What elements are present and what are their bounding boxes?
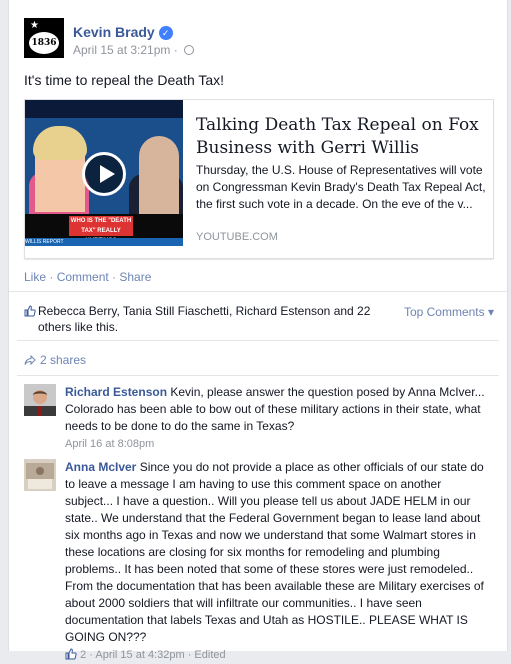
post-meta: April 15 at 3:21pm ·: [73, 43, 195, 57]
thumbnail-banner: WHO IS THE "DEATH TAX" REALLY HURTING?: [69, 216, 133, 244]
actions-divider: [9, 291, 507, 292]
post-actions: Like · Comment · Share: [24, 270, 151, 284]
comment-text: Since you do not provide a place as othe…: [65, 460, 484, 644]
like-link[interactable]: Like: [24, 270, 46, 284]
video-thumbnail[interactable]: WHO IS THE "DEATH TAX" REALLY HURTING? W…: [25, 100, 183, 258]
play-icon[interactable]: [82, 152, 126, 196]
shares-row[interactable]: 2 shares: [24, 353, 86, 367]
shares-divider: [17, 375, 499, 376]
action-separator: ·: [108, 270, 120, 284]
like-thumb-icon: [24, 305, 36, 317]
meta-separator: ·: [170, 43, 182, 57]
post-card: ★ 1836 Kevin Brady ✓ April 15 at 3:21pm ·…: [8, 0, 508, 661]
likes-summary[interactable]: Rebecca Berry, Tania Still Fiaschetti, R…: [38, 303, 400, 335]
thumbnail-ticker: WHO IS THE "DEATH TAX" REALLY HURTING?: [25, 214, 183, 244]
post-timestamp[interactable]: April 15 at 3:21pm: [73, 43, 170, 57]
author-name[interactable]: Kevin Brady: [73, 24, 155, 40]
top-comments-dropdown[interactable]: Top Comments ▾: [404, 305, 494, 319]
texas-star-icon: ★: [30, 20, 39, 31]
globe-icon[interactable]: [184, 45, 195, 55]
comment-meta: April 16 at 8:08pm: [65, 436, 485, 453]
commenter-avatar[interactable]: [24, 384, 56, 416]
comment-author[interactable]: Anna McIver: [65, 460, 136, 474]
author-row: Kevin Brady ✓: [73, 24, 173, 40]
link-preview[interactable]: WHO IS THE "DEATH TAX" REALLY HURTING? W…: [24, 99, 494, 259]
thumbnail-bottom-strip: [25, 246, 183, 258]
link-source: YOUTUBE.COM: [196, 231, 278, 243]
comment-meta: 2 · April 15 at 4:32pm · Edited: [65, 647, 485, 664]
thumbnail-tag: WILLIS REPORT: [25, 238, 183, 246]
comment-like-icon[interactable]: [65, 648, 77, 660]
thumbnail-guest-face: [139, 136, 179, 216]
comment-body: Richard Estenson Kevin, please answer th…: [65, 384, 485, 453]
shares-count[interactable]: 2 shares: [40, 353, 86, 367]
link-title[interactable]: Talking Death Tax Repeal on Fox Business…: [196, 114, 486, 160]
page-avatar[interactable]: ★ 1836: [24, 18, 64, 58]
comment-author[interactable]: Richard Estenson: [65, 385, 167, 399]
verified-badge-icon: ✓: [158, 26, 173, 40]
post-status-text: It's time to repeal the Death Tax!: [24, 72, 225, 88]
avatar-seal: 1836: [29, 32, 59, 54]
share-arrow-icon: [24, 355, 36, 365]
comment-body: Anna McIver Since you do not provide a p…: [65, 459, 485, 664]
share-link[interactable]: Share: [119, 270, 151, 284]
likes-divider: [17, 340, 499, 341]
comment-link[interactable]: Comment: [57, 270, 109, 284]
commenter-avatar[interactable]: [24, 459, 56, 491]
comment-timestamp[interactable]: April 16 at 8:08pm: [65, 438, 154, 450]
link-description: Thursday, the U.S. House of Representati…: [196, 163, 486, 211]
action-separator: ·: [46, 270, 57, 284]
